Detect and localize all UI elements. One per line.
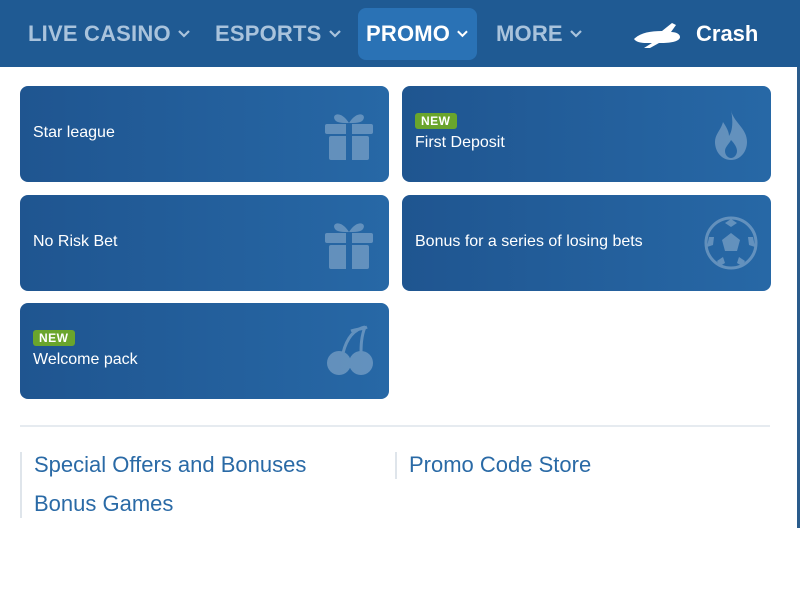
promo-card-first-deposit[interactable]: NEW First Deposit	[402, 86, 771, 182]
soccer-ball-icon	[704, 216, 758, 270]
nav-promo[interactable]: PROMO	[358, 8, 477, 60]
promo-card-label: Bonus for a series of losing bets	[415, 233, 643, 250]
cherries-icon	[327, 325, 373, 375]
link-bonus-games[interactable]: Bonus Games	[34, 491, 306, 517]
link-promo-code-store[interactable]: Promo Code Store	[409, 452, 591, 478]
gift-icon	[325, 223, 373, 269]
promo-card-star-league[interactable]: Star league	[20, 86, 389, 182]
nav-more[interactable]: MORE	[496, 8, 583, 60]
promo-links-column-left: Special Offers and Bonuses Bonus Games	[20, 452, 306, 518]
new-badge: NEW	[33, 330, 75, 346]
chevron-down-icon	[457, 30, 468, 38]
promo-card-welcome-pack[interactable]: NEW Welcome pack	[20, 303, 389, 399]
flame-icon	[715, 110, 747, 160]
promo-links-column-right: Promo Code Store	[395, 452, 591, 479]
plane-icon	[634, 23, 680, 48]
promo-card-label: Welcome pack	[33, 351, 138, 368]
promo-card-no-risk-bet[interactable]: No Risk Bet	[20, 195, 389, 291]
new-badge: NEW	[415, 113, 457, 129]
nav-live-casino-label: LIVE CASINO	[28, 21, 171, 46]
nav-promo-label: PROMO	[366, 21, 451, 46]
nav-esports-label: ESPORTS	[215, 21, 322, 46]
nav-live-casino[interactable]: LIVE CASINO	[28, 8, 191, 60]
chevron-down-icon	[328, 30, 341, 38]
section-divider	[20, 425, 770, 427]
nav-crash-label: Crash	[696, 21, 759, 46]
nav-esports[interactable]: ESPORTS	[215, 8, 342, 60]
promo-card-label: Star league	[33, 124, 115, 141]
nav-more-label: MORE	[496, 21, 563, 46]
chevron-down-icon	[178, 30, 190, 38]
gift-icon	[325, 114, 373, 160]
chevron-down-icon	[570, 30, 582, 38]
nav-crash[interactable]: Crash	[632, 14, 758, 54]
link-special-offers[interactable]: Special Offers and Bonuses	[34, 452, 306, 478]
promo-card-losing-bets-bonus[interactable]: Bonus for a series of losing bets	[402, 195, 771, 291]
top-navigation-bar: LIVE CASINO ESPORTS PROMO MORE Crash	[0, 0, 800, 67]
promo-card-label: No Risk Bet	[33, 233, 118, 250]
promo-card-label: First Deposit	[415, 134, 505, 151]
